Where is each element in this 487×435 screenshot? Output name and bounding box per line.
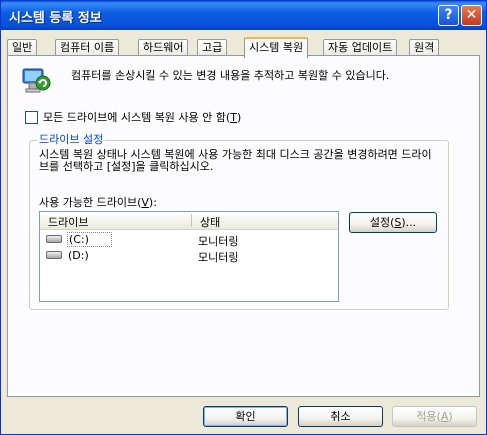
tab-automatic-updates[interactable]: 자동 업데이트 bbox=[323, 39, 398, 56]
drive-settings-description: 시스템 복원 상태나 시스템 복원에 사용 가능한 최대 디스크 공간을 변경하… bbox=[39, 148, 432, 173]
system-restore-icon bbox=[19, 63, 51, 95]
disable-restore-label-after: ) bbox=[236, 111, 242, 124]
help-button[interactable]: ? bbox=[438, 5, 459, 26]
drive-name: (D:) bbox=[68, 249, 89, 262]
apply-label-before: 적용( bbox=[416, 410, 441, 423]
ok-button[interactable]: 확인 bbox=[203, 406, 288, 427]
column-divider[interactable] bbox=[191, 214, 192, 227]
list-item[interactable]: (D:) 모니터링 bbox=[40, 248, 338, 264]
settings-button[interactable]: 설정(S)... bbox=[349, 212, 437, 233]
column-header-status[interactable]: 상태 bbox=[200, 214, 220, 230]
tab-advanced[interactable]: 고급 bbox=[197, 39, 228, 56]
available-label-before: 사용 가능한 드라이브( bbox=[39, 196, 142, 209]
available-drives-label: 사용 가능한 드라이브(V): bbox=[39, 194, 157, 210]
hard-drive-icon bbox=[46, 251, 62, 259]
column-header-drive[interactable]: 드라이브 bbox=[48, 214, 88, 230]
disable-restore-checkbox[interactable] bbox=[25, 110, 38, 124]
list-item[interactable]: (C:) 모니터링 bbox=[40, 232, 338, 248]
apply-button[interactable]: 적용(A) bbox=[392, 406, 477, 427]
disable-restore-accel: T bbox=[230, 111, 237, 124]
tab-remote[interactable]: 원격 bbox=[409, 39, 440, 56]
disable-restore-label-before: 모든 드라이브에 시스템 복원 사용 안 함( bbox=[43, 111, 231, 124]
drives-list[interactable]: 드라이브 상태 (C:) 모니터링 (D:) 모니터링 bbox=[39, 211, 339, 302]
title-bar[interactable]: 시스템 등록 정보 ? ✕ bbox=[1, 1, 486, 30]
drive-settings-label: 드라이브 설정 bbox=[37, 131, 106, 147]
drive-status: 모니터링 bbox=[198, 235, 239, 248]
disable-restore-checkbox-row[interactable]: 모든 드라이브에 시스템 복원 사용 안 함(T) bbox=[25, 109, 241, 125]
apply-label-after: ) bbox=[448, 410, 453, 423]
available-accel: V bbox=[141, 196, 149, 209]
intro-text: 컴퓨터를 손상시킬 수 있는 변경 내용을 추적하고 복원할 수 있습니다. bbox=[71, 69, 390, 82]
hard-drive-icon bbox=[46, 235, 62, 243]
drives-list-header: 드라이브 상태 bbox=[40, 212, 338, 230]
drive-status: 모니터링 bbox=[198, 251, 239, 264]
drive-name: (C:) bbox=[67, 232, 112, 247]
tab-hardware[interactable]: 하드웨어 bbox=[138, 39, 189, 56]
settings-label-after: )... bbox=[401, 216, 417, 229]
cancel-button[interactable]: 취소 bbox=[298, 406, 383, 427]
window-title: 시스템 등록 정보 bbox=[9, 11, 102, 26]
tab-general[interactable]: 일반 bbox=[7, 39, 38, 56]
tab-system-restore[interactable]: 시스템 복원 bbox=[244, 37, 309, 58]
system-properties-window: 시스템 등록 정보 ? ✕ 일반 컴퓨터 이름 하드웨어 고급 시스템 복원 자… bbox=[0, 0, 487, 435]
tab-computer-name[interactable]: 컴퓨터 이름 bbox=[55, 39, 120, 56]
settings-label-before: 설정( bbox=[369, 216, 395, 229]
available-label-after: ): bbox=[148, 196, 157, 209]
close-button[interactable]: ✕ bbox=[461, 5, 482, 26]
